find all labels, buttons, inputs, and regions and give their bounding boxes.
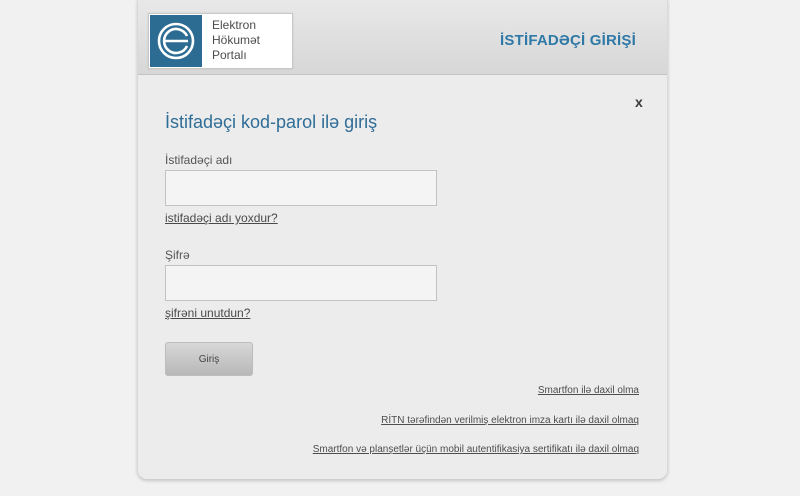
username-input[interactable] — [165, 170, 437, 206]
page-background: Elektron Hökumət Portalı İSTİFADƏÇİ GİRİ… — [0, 0, 800, 496]
portal-logo-text: Elektron Hökumət Portalı — [212, 18, 260, 63]
logo-line: Portalı — [212, 48, 247, 62]
login-button[interactable]: Giriş — [165, 342, 253, 376]
forgot-password-link[interactable]: şifrəni unutdun? — [165, 306, 250, 320]
portal-header: Elektron Hökumət Portalı İSTİFADƏÇİ GİRİ… — [138, 0, 667, 75]
close-button[interactable]: x — [635, 94, 643, 110]
mobile-certificate-login-link[interactable]: Smartfon və planşetlər üçün mobil autent… — [313, 444, 639, 455]
no-username-link[interactable]: istifadəçi adı yoxdur? — [165, 211, 278, 225]
login-panel: Elektron Hökumət Portalı İSTİFADƏÇİ GİRİ… — [137, 0, 668, 480]
logo-line: Elektron — [212, 18, 257, 32]
logo-line: Hökumət — [212, 33, 261, 47]
portal-logo[interactable]: Elektron Hökumət Portalı — [148, 13, 293, 69]
form-title: İstifadəçi kod-parol ilə giriş — [165, 112, 378, 132]
portal-e-logo-icon — [150, 15, 202, 67]
smartphone-login-link[interactable]: Smartfon ilə daxil olma — [538, 385, 639, 396]
password-input[interactable] — [165, 265, 437, 301]
header-title: İSTİFADƏÇİ GİRİŞİ — [500, 32, 636, 49]
esignature-card-login-link[interactable]: RİTN tərəfindən verilmiş elektron imza k… — [381, 415, 639, 426]
username-label: İstifadəçi adı — [165, 153, 233, 167]
password-label: Şifrə — [165, 248, 190, 262]
